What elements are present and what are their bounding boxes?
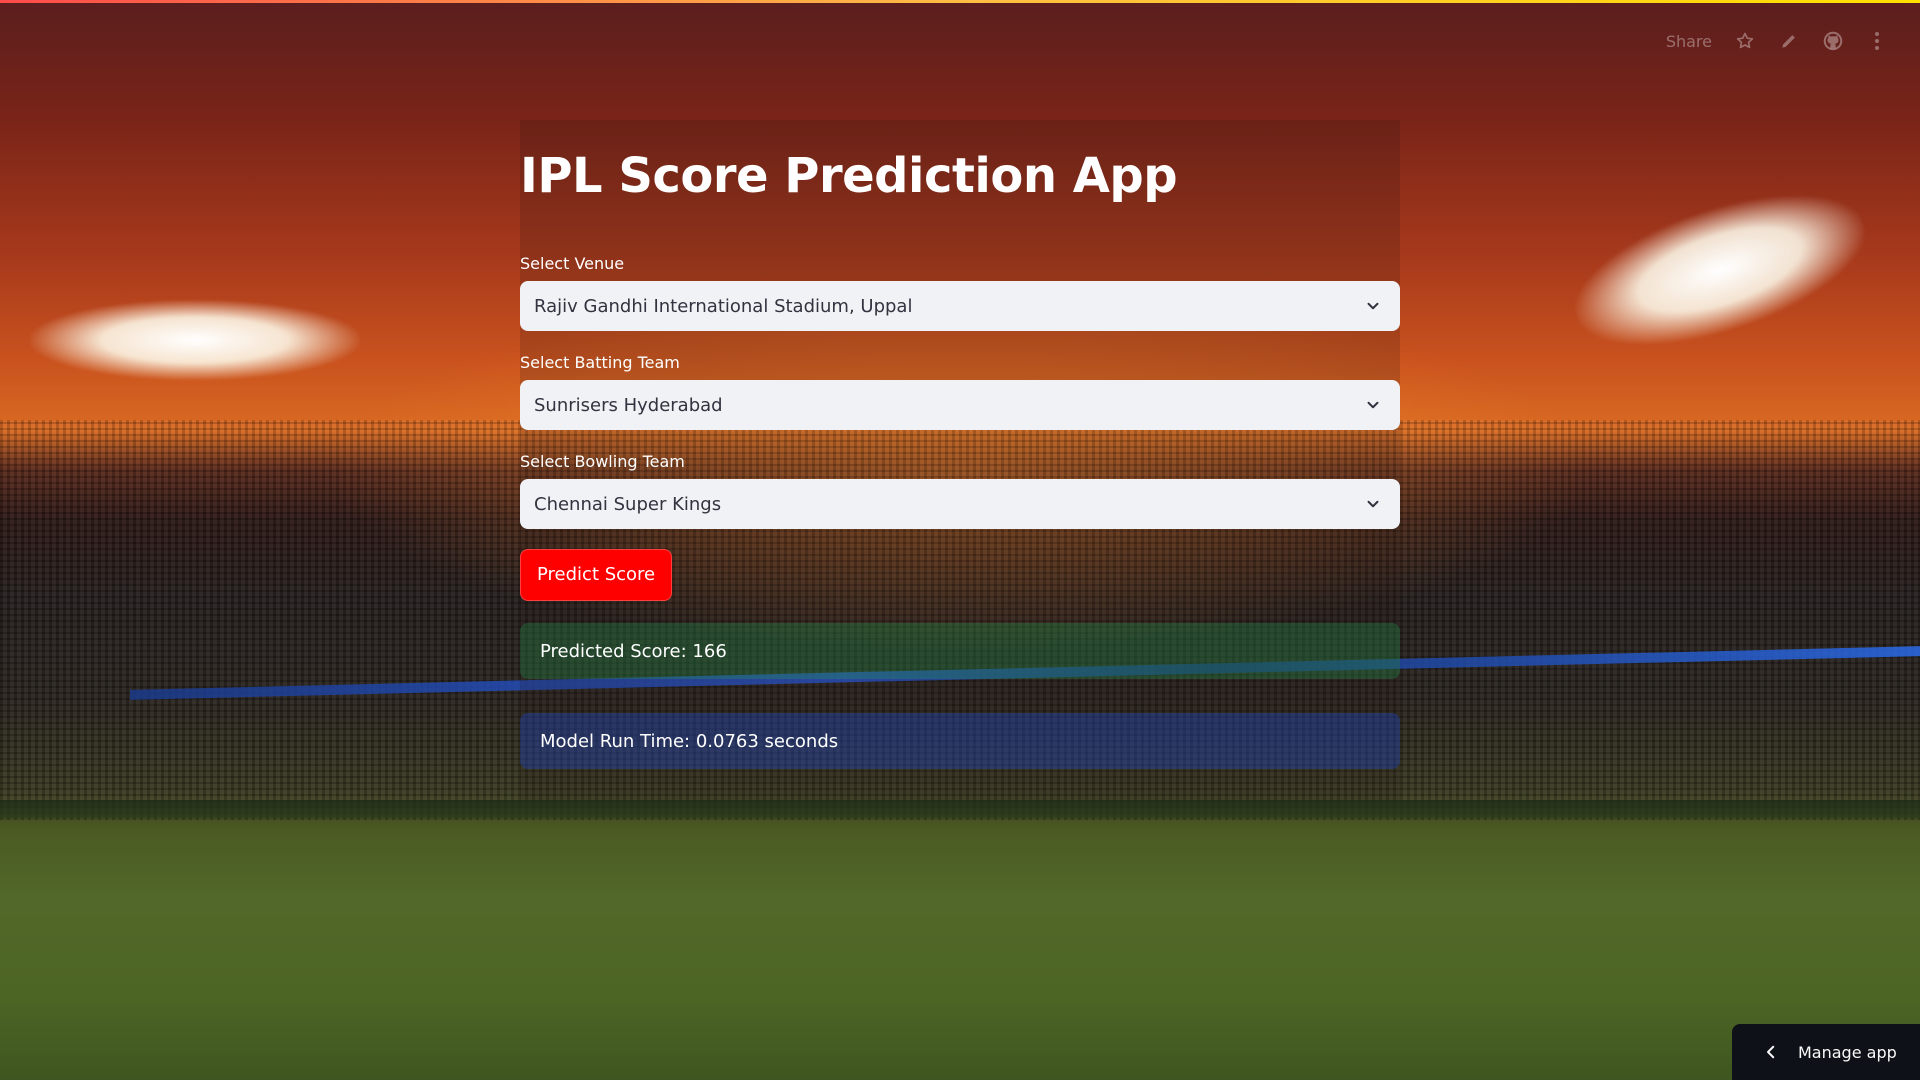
floodlight-left — [30, 300, 360, 380]
venue-label: Select Venue — [520, 254, 625, 273]
app-toolbar: Share — [1666, 30, 1888, 52]
venue-select-value: Rajiv Gandhi International Stadium, Uppa… — [534, 295, 913, 317]
manage-app-label: Manage app — [1798, 1042, 1897, 1062]
floodlight-right — [1558, 166, 1882, 374]
predicted-score-alert: Predicted Score: 166 — [520, 623, 1400, 679]
batting-team-select[interactable]: Sunrisers Hyderabad — [520, 380, 1400, 430]
edit-icon[interactable] — [1778, 30, 1800, 52]
chevron-down-icon — [1367, 500, 1379, 508]
chevron-left-icon — [1767, 1045, 1775, 1059]
chevron-down-icon — [1367, 302, 1379, 310]
batting-team-label: Select Batting Team — [520, 353, 680, 372]
page-title: IPL Score Prediction App — [520, 148, 1178, 204]
venue-select[interactable]: Rajiv Gandhi International Stadium, Uppa… — [520, 281, 1400, 331]
app-root: Share IPL Score Prediction App Select Ve… — [0, 0, 1920, 1080]
top-accent-bar — [0, 0, 1920, 3]
batting-team-select-value: Sunrisers Hyderabad — [534, 394, 723, 416]
model-runtime-alert: Model Run Time: 0.0763 seconds — [520, 713, 1400, 769]
predicted-score-text: Predicted Score: 166 — [540, 640, 727, 662]
chevron-down-icon — [1367, 401, 1379, 409]
main-content: IPL Score Prediction App Select Venue Ra… — [520, 120, 1400, 800]
github-icon[interactable] — [1822, 30, 1844, 52]
model-runtime-text: Model Run Time: 0.0763 seconds — [540, 730, 839, 752]
share-button[interactable]: Share — [1666, 32, 1712, 51]
predict-score-button[interactable]: Predict Score — [520, 549, 673, 601]
star-icon[interactable] — [1734, 30, 1756, 52]
bowling-team-select-value: Chennai Super Kings — [534, 493, 722, 515]
manage-app-button[interactable]: Manage app — [1732, 1024, 1920, 1080]
bowling-team-label: Select Bowling Team — [520, 452, 685, 471]
more-icon[interactable] — [1866, 30, 1888, 52]
bowling-team-select[interactable]: Chennai Super Kings — [520, 479, 1400, 529]
outfield-wall — [0, 800, 1920, 818]
